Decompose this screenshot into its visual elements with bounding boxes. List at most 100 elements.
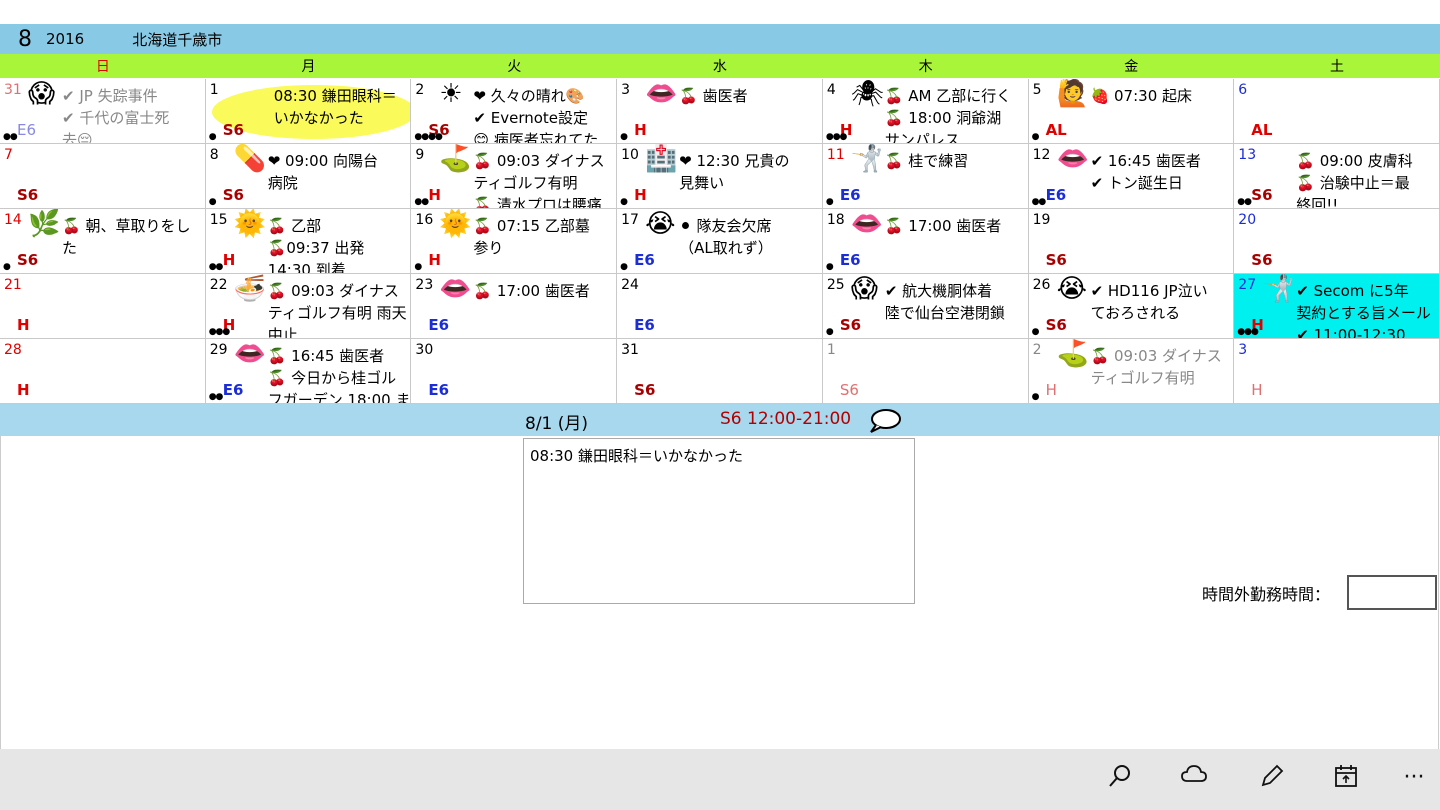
- calendar-icon[interactable]: [1326, 763, 1366, 793]
- day-cell[interactable]: 29 👄 E6 🍒 16:45 歯医者 🍒 今日から桂ゴル フガーデン 18:00 ま ●●: [205, 339, 412, 404]
- day-cell[interactable]: 17 😭 E6 ⚫ 隊友会欠席 （AL取れず） ●: [617, 209, 823, 274]
- day-number: 17: [621, 212, 639, 228]
- event-line: 🍓 07:30 起床: [1090, 87, 1193, 105]
- day-cell[interactable]: 31 S6: [617, 339, 823, 404]
- day-cell[interactable]: 24 E6: [617, 274, 823, 339]
- event-line: ✔ Evernote設定: [473, 109, 589, 127]
- day-mood-icon: 🤺: [1262, 274, 1295, 304]
- day-cell[interactable]: 3 👄 H 🍒 歯医者 ●: [617, 79, 823, 144]
- day-cell[interactable]: 18 👄 E6 🍒 17:00 歯医者 ●: [822, 209, 1029, 274]
- event-line: 08:30 鎌田眼科＝: [273, 87, 397, 105]
- month-number: 8: [18, 26, 32, 52]
- weekday-mon: 月: [301, 59, 316, 75]
- shift-code: E6: [222, 381, 244, 399]
- shift-code: E6: [634, 316, 655, 334]
- event-line: 🍒 歯医者: [679, 87, 748, 105]
- day-number: 31: [621, 342, 639, 358]
- day-number: 11: [826, 147, 845, 163]
- day-cell[interactable]: 11 🤺 E6 🍒 桂で練習 ●: [822, 144, 1029, 209]
- day-mood-icon: 😱: [28, 79, 56, 109]
- day-cell[interactable]: 19 S6: [1028, 209, 1235, 274]
- event-line: 見舞い: [679, 174, 725, 192]
- day-mood-icon: 🤺: [850, 144, 884, 174]
- day-mood-icon: 😭: [1056, 274, 1087, 304]
- day-cell[interactable]: 23 👄 E6 🍒 17:00 歯医者: [411, 274, 618, 339]
- event-list: 🍒 歯医者: [679, 85, 818, 107]
- day-cell[interactable]: 10 🏥 H ❤ 12:30 兄貴の 見舞い ●: [617, 144, 823, 209]
- shift-code: S6: [222, 121, 244, 139]
- shift-code: S6: [222, 186, 244, 204]
- shift-code: S6: [17, 251, 39, 269]
- event-line: サンパレス: [884, 131, 960, 144]
- shift-code: E6: [428, 381, 450, 399]
- event-list: 🍒 09:03 ダイナス ティゴルフ有明 雨天 中止: [268, 280, 407, 338]
- day-number: 4: [826, 82, 836, 98]
- day-cell[interactable]: 22 🍜 H 🍒 09:03 ダイナス ティゴルフ有明 雨天 中止 ●●●: [205, 274, 412, 339]
- day-cell[interactable]: 16 🌞 H 🍒 07:15 乙部墓 参り ●: [411, 209, 618, 274]
- day-mood-icon: 🏥: [645, 144, 678, 174]
- event-list: ❤ 12:30 兄貴の 見舞い: [679, 150, 818, 194]
- event-line: 😊 病医者忘れてた: [473, 131, 599, 144]
- calendar-grid: 31 😱 E6 ✔ JP 失踪事件 ✔ 千代の富士死 去😔 ●● 1 S6 08:30 鎌田眼科＝…: [0, 79, 1440, 404]
- event-list: ✔ HD116 JP泣い ておろされる: [1091, 280, 1230, 324]
- event-list: ✔ Secom に5年 契約とする旨メール ✔ 11:00-12:30: [1296, 280, 1435, 338]
- event-line: た: [62, 239, 78, 257]
- event-dots: ●: [1031, 327, 1040, 337]
- shift-code: H: [17, 381, 30, 399]
- day-cell[interactable]: 2 ☀ S6 ❤ 久々の晴れ🎨 ✔ Evernote設定 😊 病医者忘れてた ●●●●: [411, 79, 618, 144]
- day-cell[interactable]: 8 💊 S6 ❤ 09:00 向陽台 病院 ●: [205, 144, 412, 209]
- cloud-icon[interactable]: [1174, 763, 1214, 793]
- day-cell[interactable]: 3H: [1234, 339, 1440, 404]
- event-line: ✔ 千代の富士死: [62, 109, 170, 127]
- event-dots: ●●: [208, 262, 224, 272]
- day-cell[interactable]: 5 🙋 AL 🍓 07:30 起床 ●: [1028, 79, 1235, 144]
- day-number: 27: [1238, 277, 1257, 293]
- note-box[interactable]: 08:30 鎌田眼科＝いかなかった: [523, 438, 915, 604]
- day-cell[interactable]: 21 H: [0, 274, 206, 339]
- day-number: 26: [1032, 277, 1051, 293]
- overtime-input[interactable]: [1347, 575, 1437, 610]
- day-cell[interactable]: 27 🤺 H ✔ Secom に5年 契約とする旨メール ✔ 11:00-12:30 ●●●: [1234, 274, 1440, 339]
- event-line: 去😔: [62, 131, 93, 144]
- more-icon[interactable]: ···: [1394, 763, 1434, 793]
- day-cell[interactable]: 14 🌿 S6 🍒 朝、草取りをした ●: [0, 209, 206, 274]
- day-number: 23: [415, 277, 434, 293]
- day-cell[interactable]: 4 🕷 H 🍒 AM 乙部に行く 🍒 18:00 洞爺湖 サンパレス ●●●: [822, 79, 1029, 144]
- event-list: 🍒 桂で練習: [885, 150, 1024, 172]
- day-number: 9: [415, 147, 425, 163]
- shift-code: S6: [17, 186, 39, 204]
- day-cell[interactable]: 26 😭 S6 ✔ HD116 JP泣い ておろされる ●: [1028, 274, 1235, 339]
- shift-code: H: [222, 251, 236, 269]
- event-line: ✔ HD116 JP泣い: [1090, 282, 1208, 300]
- event-line: 陸で仙台空港閉鎖: [884, 304, 1005, 322]
- day-cell[interactable]: 13 S6 🍒 09:00 皮膚科 🍒 治験中止＝最 終回!! ●●: [1234, 144, 1440, 209]
- day-mood-icon: 👄: [1056, 144, 1089, 174]
- day-mood-icon: 💊: [233, 144, 267, 174]
- day-cell[interactable]: 9 ⛳ H 🍒 09:03 ダイナス ティゴルフ有明 🍒 清水プロは腰痛 ●●: [411, 144, 618, 209]
- shift-code: E6: [634, 251, 655, 269]
- day-cell[interactable]: 1 S6: [822, 339, 1029, 404]
- day-mood-icon: 👄: [850, 209, 884, 239]
- day-cell[interactable]: 2 ⛳ H 🍒 09:03 ダイナス ティゴルフ有明 ●: [1028, 339, 1235, 404]
- event-line: 🍒 09:03 ダイナス: [1090, 347, 1222, 365]
- day-cell[interactable]: 12 👄 E6 ✔ 16:45 歯医者 ✔ トン誕生日 ●●: [1028, 144, 1235, 209]
- event-dots: ●●●●: [414, 132, 442, 142]
- event-line: いかなかった: [273, 109, 364, 127]
- event-list: ❤ 09:00 向陽台 病院: [268, 150, 407, 194]
- edit-icon[interactable]: [1252, 763, 1292, 793]
- day-mood-icon: 🌞: [233, 209, 267, 239]
- event-dots: ●: [620, 197, 628, 207]
- event-line: ✔ Secom に5年: [1296, 282, 1409, 300]
- day-cell[interactable]: 15 🌞 H 🍒 乙部 🍒09:37 出発 14:30 到着 ●●: [205, 209, 412, 274]
- day-cell[interactable]: 7 S6: [0, 144, 206, 209]
- day-cell[interactable]: 1 S6 08:30 鎌田眼科＝ いかなかった ●: [205, 79, 412, 144]
- day-cell[interactable]: 30 E6: [411, 339, 618, 404]
- search-icon[interactable]: [1100, 763, 1140, 793]
- day-cell[interactable]: 31 😱 E6 ✔ JP 失踪事件 ✔ 千代の富士死 去😔 ●●: [0, 79, 206, 144]
- day-cell[interactable]: 6 AL: [1234, 79, 1440, 144]
- day-number: 30: [415, 342, 434, 358]
- day-cell[interactable]: 28 H: [0, 339, 206, 404]
- day-number: 29: [209, 342, 228, 358]
- day-cell[interactable]: 25 😱 S6 ✔ 航大機胴体着 陸で仙台空港閉鎖 ●: [822, 274, 1029, 339]
- day-cell[interactable]: 20 S6: [1234, 209, 1440, 274]
